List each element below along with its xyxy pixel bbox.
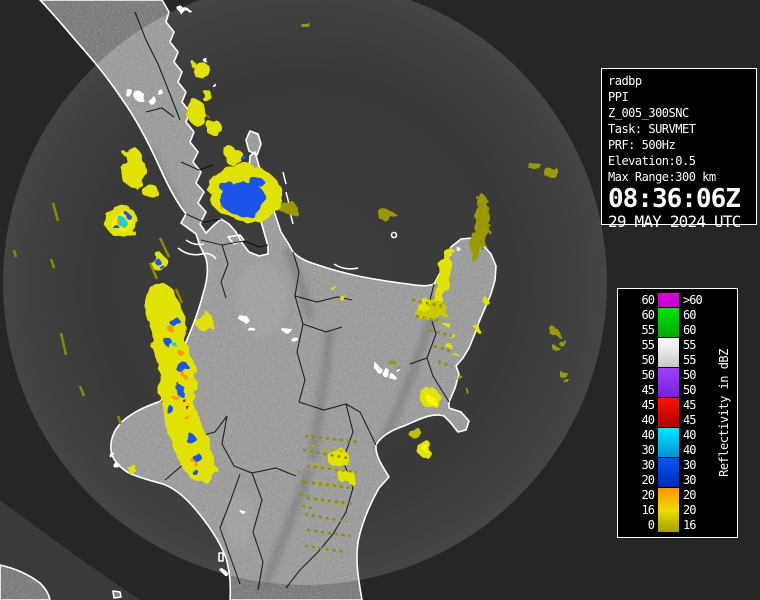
legend-color-block-orange-yellow-0-20 (658, 488, 679, 532)
legend-left-label: 55 (641, 338, 655, 352)
legend-right-labels: >60 60 60 55 55 50 50 45 45 40 40 30 30 20 20 16 (683, 293, 713, 533)
legend-left-label: 55 (641, 323, 655, 337)
reflectivity-legend: 60 60 55 55 50 50 45 45 40 40 30 30 20 20 16 0 >60 60 60 5… (617, 288, 741, 541)
legend-left-label: 16 (641, 503, 655, 517)
legend-right-label: 55 (683, 338, 696, 352)
legend-left-label: 45 (641, 383, 655, 397)
legend-left-label: 45 (641, 398, 655, 412)
info-line: Task: SURVMET (608, 122, 696, 136)
legend-color-block-blue-20-30 (658, 458, 679, 487)
legend-color-block-magenta-gt60 (658, 293, 679, 307)
legend-color-block-white-50-55 (658, 338, 679, 367)
legend-left-label: 50 (641, 353, 655, 367)
legend-right-label: 40 (683, 443, 696, 457)
legend-left-label: 40 (641, 428, 655, 442)
legend-color-block-purple-45-50 (658, 368, 679, 397)
legend-right-label: 40 (683, 428, 696, 442)
legend-right-label: 16 (683, 518, 696, 532)
legend-right-label: 60 (683, 323, 696, 337)
legend-right-label: 20 (683, 488, 696, 502)
legend-right-label: 45 (683, 413, 696, 427)
legend-grid: 60 60 55 55 50 50 45 45 40 40 30 30 20 20 16 0 >60 60 60 5… (624, 293, 734, 533)
legend-right-label: 60 (683, 308, 696, 322)
legend-left-label: 20 (641, 473, 655, 487)
info-line: radbp (608, 74, 642, 88)
legend-left-label: 60 (641, 308, 655, 322)
scan-time: 08:36:06Z (608, 184, 741, 214)
info-line: PPI (608, 90, 629, 104)
legend-color-block-cyan-30-40 (658, 428, 679, 457)
legend-left-label: 20 (641, 488, 655, 502)
legend-color-scale (658, 293, 679, 533)
legend-left-labels: 60 60 55 55 50 50 45 45 40 40 30 30 20 20 16 0 (624, 293, 655, 533)
legend-color-block-red-40-45 (658, 398, 679, 427)
legend-left-label: 30 (641, 458, 655, 472)
legend-right-label: 30 (683, 473, 696, 487)
legend-left-label: 60 (641, 293, 655, 307)
legend-right-label: 50 (683, 368, 696, 382)
scan-date: 29 MAY 2024 UTC (608, 212, 741, 231)
legend-left-label: 30 (641, 443, 655, 457)
legend-left-label: 50 (641, 368, 655, 382)
info-line: Max Range:300 km (608, 170, 716, 184)
radar-info-panel: radbp PPI Z_005_300SNC Task: SURVMET PRF: 50… (601, 68, 760, 230)
legend-left-label: 40 (641, 413, 655, 427)
radar-display-page: { "info_panel": { "lines": ["radbp", "PP… (0, 0, 760, 600)
info-lines: radbp PPI Z_005_300SNC Task: SURVMET PRF: 50… (608, 73, 750, 185)
legend-title-column: Reflectivity in dBZ (713, 293, 734, 533)
info-line: Elevation:0.5 (608, 154, 696, 168)
legend-right-label: 45 (683, 398, 696, 412)
legend-right-label: 30 (683, 458, 696, 472)
legend-right-label: 55 (683, 353, 696, 367)
legend-left-label: 0 (647, 518, 655, 532)
legend-color-block-green-55-60 (658, 308, 679, 337)
legend-right-label: 20 (683, 503, 696, 517)
info-line: Z_005_300SNC (608, 106, 689, 120)
legend-axis-label: Reflectivity in dBZ (716, 349, 731, 477)
legend-right-label: >60 (683, 293, 703, 307)
legend-right-label: 50 (683, 383, 696, 397)
info-line: PRF: 500Hz (608, 138, 676, 152)
